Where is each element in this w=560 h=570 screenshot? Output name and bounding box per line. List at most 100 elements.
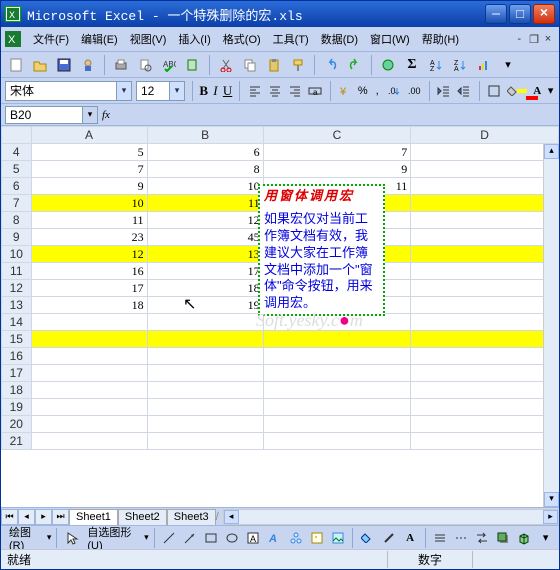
cell[interactable] xyxy=(147,365,263,382)
table-row[interactable]: 19 xyxy=(2,399,559,416)
row-header[interactable]: 18 xyxy=(2,382,32,399)
row-header[interactable]: 16 xyxy=(2,348,32,365)
toolbar-options-button[interactable]: ▾ xyxy=(536,527,555,549)
cut-button[interactable] xyxy=(215,54,237,76)
toolbar-options-button[interactable]: ▾ xyxy=(546,80,555,102)
row-header[interactable]: 21 xyxy=(2,433,32,450)
cell[interactable] xyxy=(411,382,559,399)
cell[interactable]: 18 xyxy=(147,280,263,297)
col-header[interactable]: D xyxy=(411,127,559,144)
menu-format[interactable]: 格式(O) xyxy=(217,29,267,49)
cell[interactable]: 11 xyxy=(411,212,559,229)
col-header[interactable]: A xyxy=(31,127,147,144)
permission-button[interactable] xyxy=(77,54,99,76)
cell[interactable] xyxy=(31,416,147,433)
menu-data[interactable]: 数据(D) xyxy=(315,29,364,49)
cell[interactable] xyxy=(147,348,263,365)
underline-button[interactable]: U xyxy=(223,81,232,101)
textbox-button[interactable]: A xyxy=(244,527,263,549)
copy-button[interactable] xyxy=(239,54,261,76)
increase-decimal-button[interactable]: .0 xyxy=(386,80,402,102)
cell[interactable]: 13 xyxy=(147,246,263,263)
cell[interactable]: 7 xyxy=(31,161,147,178)
cell[interactable]: 11 xyxy=(31,212,147,229)
vertical-scrollbar[interactable]: ▴ ▾ xyxy=(543,144,559,507)
menu-edit[interactable]: 编辑(E) xyxy=(75,29,124,49)
menu-help[interactable]: 帮助(H) xyxy=(416,29,465,49)
cell[interactable]: 23 xyxy=(31,229,147,246)
select-all-corner[interactable] xyxy=(2,127,32,144)
font-size-combo[interactable]: ▾ xyxy=(136,81,185,101)
menu-tools[interactable]: 工具(T) xyxy=(267,29,315,49)
align-left-button[interactable] xyxy=(247,80,263,102)
cell[interactable]: 11 xyxy=(147,195,263,212)
row-header[interactable]: 4 xyxy=(2,144,32,161)
row-header[interactable]: 20 xyxy=(2,416,32,433)
print-button[interactable] xyxy=(110,54,132,76)
cell[interactable]: 45 xyxy=(147,229,263,246)
menu-window[interactable]: 窗口(W) xyxy=(364,29,416,49)
fx-label[interactable]: fx xyxy=(102,109,110,121)
close-button[interactable]: × xyxy=(533,4,555,24)
cell[interactable] xyxy=(31,314,147,331)
new-button[interactable] xyxy=(5,54,27,76)
oval-button[interactable] xyxy=(223,527,242,549)
cell[interactable]: 6 xyxy=(147,144,263,161)
align-center-button[interactable] xyxy=(267,80,283,102)
cell[interactable] xyxy=(411,314,559,331)
increase-indent-button[interactable] xyxy=(456,80,472,102)
cell[interactable] xyxy=(411,348,559,365)
sheet-tab[interactable]: Sheet1 xyxy=(69,509,118,525)
row-header[interactable]: 5 xyxy=(2,161,32,178)
cell[interactable] xyxy=(31,331,147,348)
cell[interactable] xyxy=(147,399,263,416)
redo-button[interactable] xyxy=(344,54,366,76)
currency-button[interactable]: ¥ xyxy=(337,80,353,102)
cell[interactable]: 17 xyxy=(411,297,559,314)
autoshapes-menu[interactable]: 自选图形(U) xyxy=(83,524,142,552)
table-row[interactable]: 18 xyxy=(2,382,559,399)
cell[interactable]: 10 xyxy=(411,195,559,212)
cell[interactable] xyxy=(147,416,263,433)
arrow-style-button[interactable] xyxy=(473,527,492,549)
chevron-down-icon[interactable]: ▾ xyxy=(169,82,184,100)
editing-text-box[interactable]: 用窗体调用宏 如果宏仅对当前工作簿文档有效，我建议大家在工作簿文档中添加一个"窗… xyxy=(258,184,385,316)
open-button[interactable] xyxy=(29,54,51,76)
save-button[interactable] xyxy=(53,54,75,76)
bold-button[interactable]: B xyxy=(199,81,208,101)
cell[interactable] xyxy=(411,399,559,416)
row-header[interactable]: 14 xyxy=(2,314,32,331)
cell[interactable]: 9 xyxy=(263,161,411,178)
scroll-up-button[interactable]: ▴ xyxy=(544,144,559,159)
3d-button[interactable] xyxy=(515,527,534,549)
dash-style-button[interactable] xyxy=(452,527,471,549)
cell[interactable] xyxy=(411,229,559,246)
chevron-down-icon[interactable]: ▾ xyxy=(116,82,131,100)
merge-center-button[interactable]: a xyxy=(307,80,323,102)
percent-button[interactable]: % xyxy=(357,80,369,102)
cell[interactable] xyxy=(263,399,411,416)
doc-close-button[interactable]: × xyxy=(541,33,555,45)
tab-prev-button[interactable]: ◂ xyxy=(18,509,35,525)
cell[interactable] xyxy=(31,348,147,365)
cell[interactable]: 7 xyxy=(411,144,559,161)
cell[interactable] xyxy=(147,433,263,450)
fill-color-button[interactable] xyxy=(358,527,377,549)
font-color-button[interactable]: A xyxy=(532,80,542,102)
row-header[interactable]: 9 xyxy=(2,229,32,246)
tab-next-button[interactable]: ▸ xyxy=(35,509,52,525)
row-header[interactable]: 17 xyxy=(2,365,32,382)
format-painter-button[interactable] xyxy=(287,54,309,76)
line-button[interactable] xyxy=(159,527,178,549)
cell[interactable]: 7 xyxy=(263,144,411,161)
comma-style-button[interactable]: , xyxy=(373,80,382,102)
row-header[interactable]: 10 xyxy=(2,246,32,263)
horizontal-scrollbar[interactable]: ◂ ▸ xyxy=(223,509,559,525)
sort-asc-button[interactable]: AZ xyxy=(425,54,447,76)
clipart-button[interactable] xyxy=(307,527,326,549)
undo-button[interactable] xyxy=(320,54,342,76)
cell[interactable]: 10 xyxy=(147,178,263,195)
name-box[interactable] xyxy=(5,106,83,124)
formula-input[interactable] xyxy=(114,106,555,124)
decrease-indent-button[interactable] xyxy=(436,80,452,102)
